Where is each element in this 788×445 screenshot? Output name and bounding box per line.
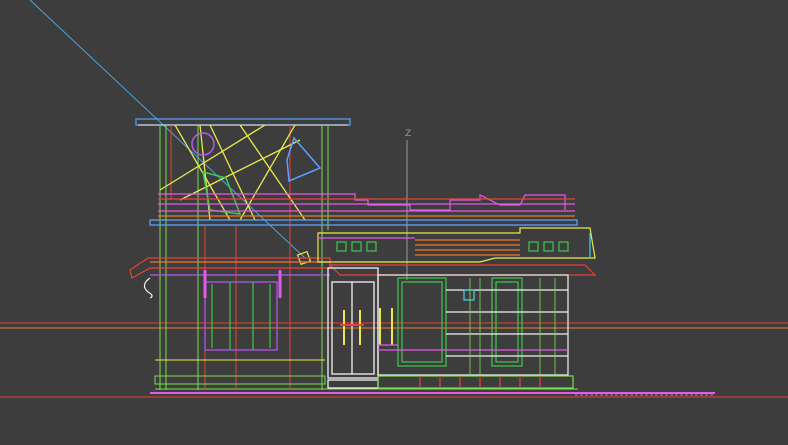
parapet-frame[interactable] (158, 193, 575, 217)
roof-top-slab[interactable] (135, 118, 351, 126)
main-roof-edge[interactable] (149, 219, 578, 226)
right-glass-facade[interactable] (377, 274, 574, 389)
z-axis-label: Z (405, 129, 412, 139)
left-window[interactable] (203, 270, 282, 351)
rafter-lines[interactable] (159, 124, 306, 221)
camera-target-line[interactable] (29, 0, 306, 259)
3d-viewport[interactable]: Z (0, 0, 788, 445)
wireframe-scene[interactable] (0, 0, 788, 445)
skylight-right[interactable] (286, 136, 322, 183)
